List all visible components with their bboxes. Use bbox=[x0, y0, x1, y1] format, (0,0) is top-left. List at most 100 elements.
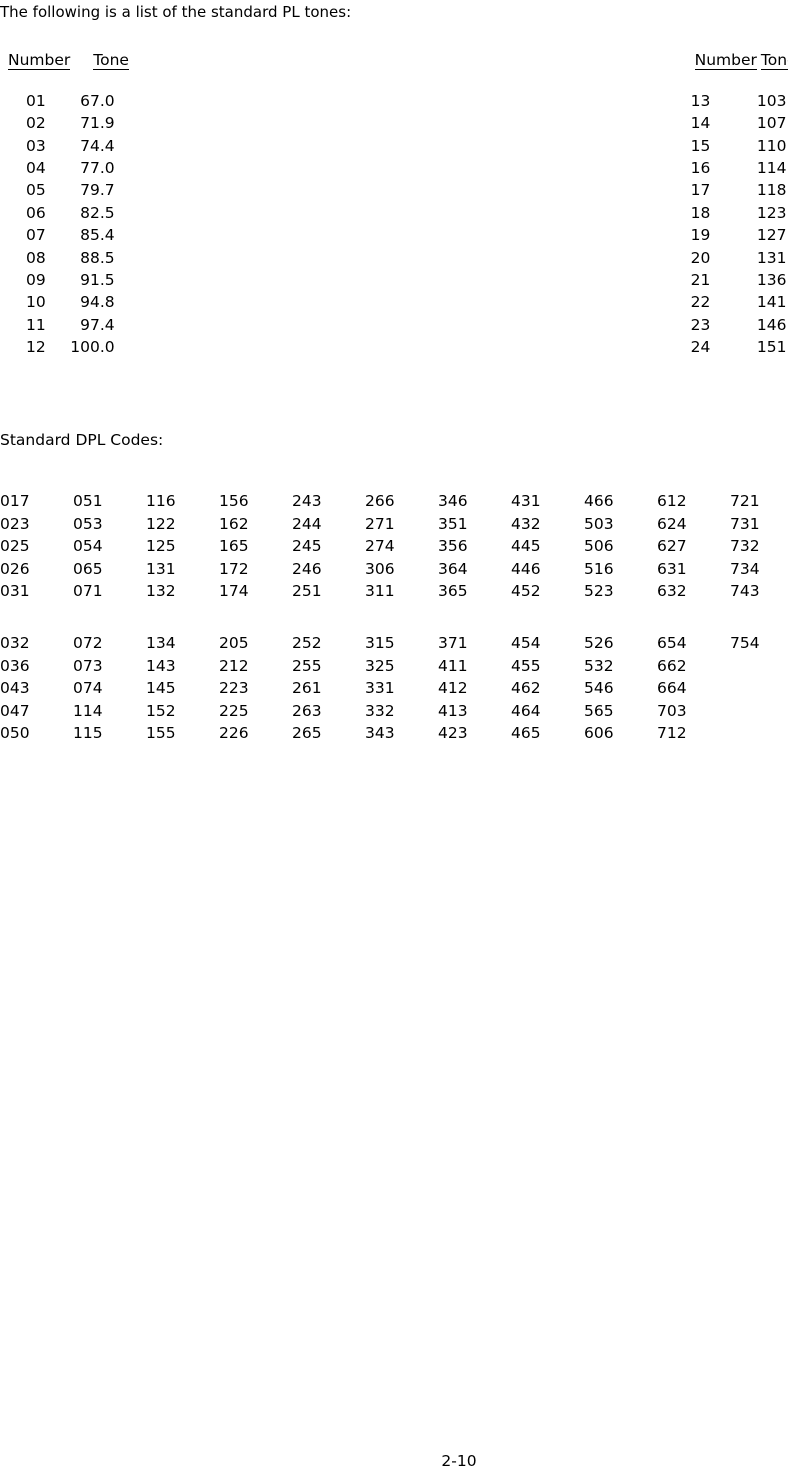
dpl-code-cell: 412 bbox=[438, 679, 468, 698]
dpl-code-cell: 023 bbox=[0, 514, 30, 533]
dpl-code-cell: 452 bbox=[511, 581, 541, 600]
dpl-code-cell: 265 bbox=[292, 723, 322, 742]
table-row: 0682.518123.030186.2 bbox=[0, 199, 788, 222]
pl-cell-tone-2: 141.3 bbox=[756, 293, 788, 312]
dpl-code-cell: 703 bbox=[657, 701, 687, 720]
pl-cell-number-2: 14 bbox=[690, 114, 711, 133]
dpl-code-cell: 423 bbox=[438, 723, 468, 742]
dpl-code-cell: 315 bbox=[365, 634, 395, 653]
pl-cell-tone-2: 131.8 bbox=[756, 248, 788, 267]
table-row: 043 074 145 223 261 331 412 462 546 664 bbox=[0, 675, 788, 697]
pl-cell-tone-2: 146.2 bbox=[756, 315, 788, 334]
dpl-code-cell: 255 bbox=[292, 656, 322, 675]
dpl-code-cell: 072 bbox=[73, 634, 103, 653]
dpl-code-cell: 612 bbox=[657, 492, 687, 511]
document-page: The following is a list of the standard … bbox=[0, 0, 788, 1484]
pl-cell-tone-1: 79.7 bbox=[80, 181, 115, 200]
pl-cell-tone-2: 110.9 bbox=[756, 136, 788, 155]
dpl-code-cell: 114 bbox=[73, 701, 103, 720]
pl-cell-number-2: 22 bbox=[690, 293, 711, 312]
dpl-code-cell: 263 bbox=[292, 701, 322, 720]
dpl-code-cell: 245 bbox=[292, 537, 322, 556]
dpl-code-cell bbox=[730, 697, 788, 719]
pl-cell-tone-1: 94.8 bbox=[80, 293, 115, 312]
dpl-code-cell: 125 bbox=[146, 537, 176, 556]
dpl-code-cell: 632 bbox=[657, 581, 687, 600]
dpl-code-cell: 025 bbox=[0, 537, 30, 556]
table-row: 0477.016114.828173.8 bbox=[0, 155, 788, 177]
dpl-code-cell: 246 bbox=[292, 559, 322, 578]
dpl-code-cell: 734 bbox=[730, 559, 760, 578]
pl-cell-tone-1: 100.0 bbox=[70, 338, 115, 357]
pl-cell-number-1: 02 bbox=[26, 114, 46, 133]
pl-cell-tone-1: 91.5 bbox=[80, 270, 115, 289]
dpl-code-cell: 631 bbox=[657, 559, 687, 578]
spacer-cell bbox=[691, 71, 757, 87]
pl-cell-tone-1: 74.4 bbox=[80, 136, 115, 155]
page-number: 2-10 bbox=[441, 1452, 477, 1470]
dpl-code-cell: 145 bbox=[146, 679, 176, 698]
dpl-code-cell: 455 bbox=[511, 656, 541, 675]
dpl-codes-block-2: 032 072 134 205 252 315 371 454 526 654 754 036 073 1… bbox=[0, 630, 788, 742]
dpl-code-cell: 503 bbox=[584, 514, 614, 533]
table-row: 11 97.4 23 146.2 bbox=[0, 311, 788, 334]
dpl-codes-block-1: 017 051 116 156 243 266 346 431 466 612 721 023 053 1… bbox=[0, 488, 788, 600]
pl-cell-number-2: 15 bbox=[690, 136, 711, 155]
dpl-code-cell: 465 bbox=[511, 723, 541, 742]
pl-header-number-1: Number bbox=[0, 48, 71, 71]
pl-header-number-2-label: Number bbox=[694, 51, 757, 71]
dpl-code-cell bbox=[730, 720, 788, 742]
pl-cell-number-2: 19 bbox=[690, 226, 711, 245]
dpl-code-cell: 464 bbox=[511, 701, 541, 720]
dpl-code-cell: 466 bbox=[584, 492, 614, 511]
pl-cell-number-2: 17 bbox=[690, 181, 711, 200]
dpl-code-cell: 411 bbox=[438, 656, 468, 675]
pl-cell-tone-2: 118.8 bbox=[756, 181, 788, 200]
spacer-cell bbox=[0, 71, 70, 87]
table-row: 036 073 143 212 255 325 411 455 532 662 bbox=[0, 652, 788, 675]
pl-cell-tone-2: 103.5 bbox=[756, 91, 788, 110]
table-row: 0785.419127.331192.8 bbox=[0, 222, 788, 244]
dpl-code-cell: 251 bbox=[292, 581, 322, 600]
pl-cell-tone-2: 107.2 bbox=[756, 114, 788, 133]
page-footer: 2-10 bbox=[0, 1452, 788, 1470]
dpl-code-cell: 122 bbox=[146, 514, 176, 533]
table-row: 026 065 131 172 246 306 364 446 516 631 734 bbox=[0, 555, 788, 578]
table-row: 09 91.5 21 136.5 bbox=[0, 267, 788, 289]
dpl-code-cell: 152 bbox=[146, 701, 176, 720]
pl-cell-tone-1: 82.5 bbox=[80, 203, 115, 222]
dpl-code-cell: 131 bbox=[146, 559, 176, 578]
pl-cell-number-2: 23 bbox=[690, 315, 711, 334]
pl-cell-number-1: 07 bbox=[26, 226, 46, 245]
dpl-code-cell: 115 bbox=[73, 723, 103, 742]
pl-cell-tone-1: 85.4 bbox=[80, 226, 115, 245]
dpl-code-cell: 226 bbox=[219, 723, 249, 742]
dpl-code-cell: 664 bbox=[657, 679, 687, 698]
dpl-code-cell: 306 bbox=[365, 559, 395, 578]
dpl-code-cell: 017 bbox=[0, 492, 30, 511]
pl-cell-tone-1: 97.4 bbox=[80, 315, 115, 334]
pl-table-spacer-row bbox=[0, 71, 788, 87]
pl-cell-number-1: 06 bbox=[26, 203, 46, 222]
dpl-code-cell: 332 bbox=[365, 701, 395, 720]
dpl-code-cell: 155 bbox=[146, 723, 176, 742]
table-row: 050 115 155 226 265 343 423 465 606 712 bbox=[0, 720, 788, 742]
dpl-code-cell: 356 bbox=[438, 537, 468, 556]
table-row: 025 054 125 165 245 274 356 445 506 627 732 bbox=[0, 533, 788, 555]
dpl-code-cell: 026 bbox=[0, 559, 30, 578]
dpl-code-cell: 032 bbox=[0, 634, 30, 653]
dpl-code-cell: 445 bbox=[511, 537, 541, 556]
pl-cell-number-1: 10 bbox=[26, 293, 46, 312]
dpl-code-cell: 364 bbox=[438, 559, 468, 578]
dpl-code-cell: 050 bbox=[0, 723, 30, 742]
dpl-code-cell: 271 bbox=[365, 514, 395, 533]
dpl-code-cell: 523 bbox=[584, 581, 614, 600]
dpl-code-cell: 546 bbox=[584, 679, 614, 698]
table-row: 017 051 116 156 243 266 346 431 466 612 721 bbox=[0, 488, 788, 510]
dpl-code-cell: 413 bbox=[438, 701, 468, 720]
dpl-code-cell: 754 bbox=[730, 634, 760, 653]
dpl-code-cell: 043 bbox=[0, 679, 30, 698]
pl-tones-table: Number Tone Number Tone Number Tone 01 67… bbox=[0, 48, 788, 356]
dpl-code-cell: 731 bbox=[730, 514, 760, 533]
dpl-code-cell: 132 bbox=[146, 581, 176, 600]
